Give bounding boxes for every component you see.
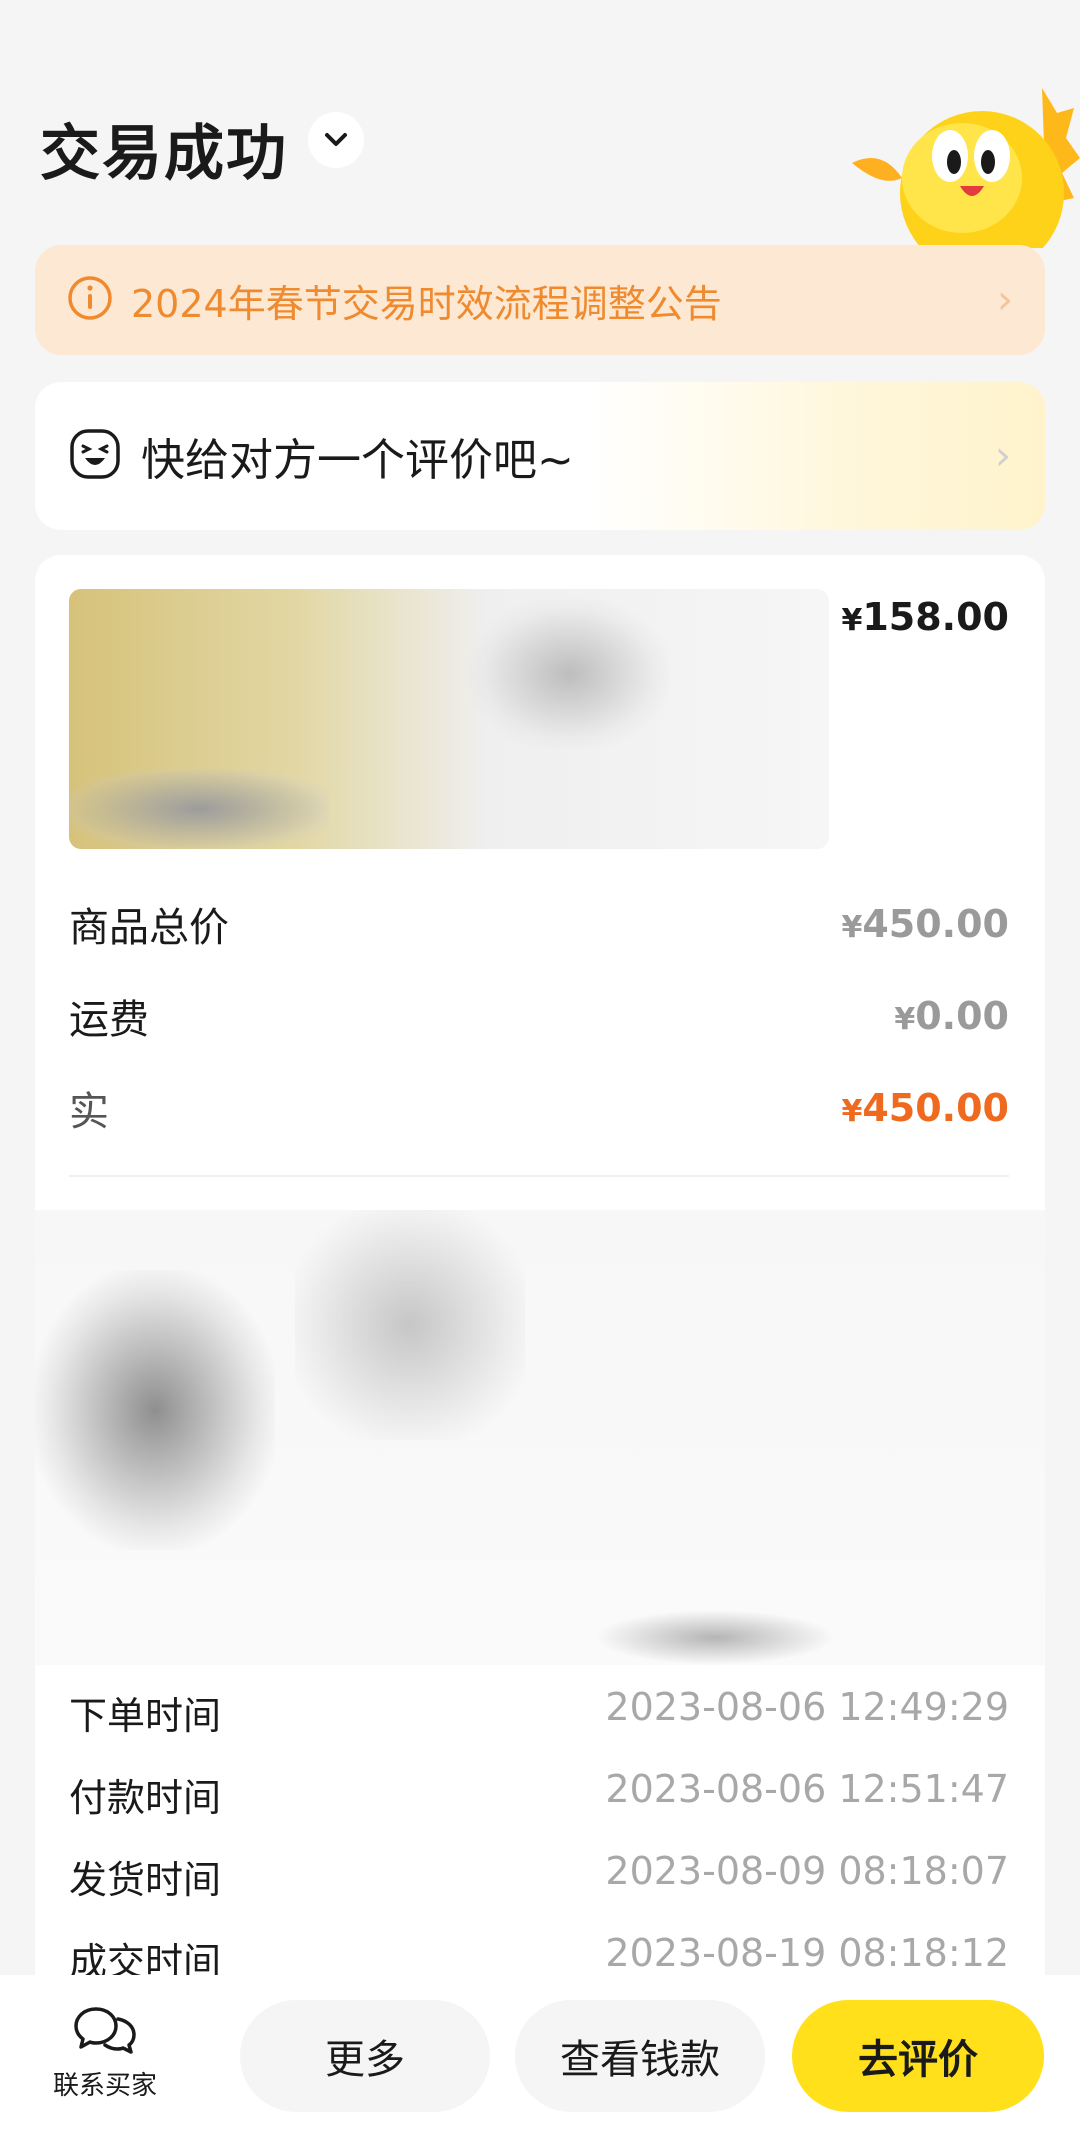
page-title: 交易成功 [40,119,288,189]
time-row-order: 下单时间 2023-08-06 12:49:29 [69,1685,1009,1740]
row-label: 商品总价 [69,905,229,951]
view-funds-button[interactable]: 查看钱款 [515,2000,765,2112]
time-label: 发货时间 [69,1858,222,1902]
time-row-payment: 付款时间 2023-08-06 12:51:47 [69,1767,1009,1822]
chevron-right-icon: › [995,433,1011,479]
time-label: 付款时间 [69,1776,222,1820]
row-label: 运费 [69,997,149,1043]
time-value: 2023-08-09 08:18:07 [605,1849,1009,1893]
contact-buyer-button[interactable]: 联系买家 [40,2005,170,2105]
chevron-right-icon: › [997,277,1013,323]
notice-text: 2024年春节交易时效流程调整公告 [131,281,722,326]
time-row-shipping: 发货时间 2023-08-09 08:18:07 [69,1849,1009,1904]
chat-bubble-icon [72,2005,138,2061]
review-prompt-text: 快给对方一个评价吧~ [141,435,574,486]
price-row-subtotal: 商品总价 ¥450.00 [69,895,1009,953]
header: 交易成功 [0,0,1080,275]
chevron-down-icon[interactable] [308,112,364,168]
contact-buyer-label: 联系买家 [52,2071,157,2101]
bottom-action-bar: 联系买家 更多 查看钱款 去评价 [0,1975,1080,2136]
row-label: 实 [69,1089,109,1135]
time-value: 2023-08-06 12:51:47 [605,1767,1009,1811]
more-button[interactable]: 更多 [240,2000,490,2112]
divider [69,1175,1009,1177]
item-price: ¥158.00 [841,595,1009,639]
price-row-shipping: 运费 ¥0.00 [69,987,1009,1045]
row-value: ¥450.00 [841,902,1009,946]
redacted-area [35,1210,1045,1665]
mascot-illustration [842,78,1080,275]
order-card: ¥158.00 商品总价 ¥450.00 运费 ¥0.00 实 ¥450.00 … [35,555,1045,2065]
notice-banner[interactable]: 2024年春节交易时效流程调整公告 › [35,245,1045,355]
go-review-button[interactable]: 去评价 [792,2000,1044,2112]
row-value: ¥450.00 [841,1086,1009,1130]
time-label: 下单时间 [69,1694,222,1738]
review-prompt-card[interactable]: 快给对方一个评价吧~ › [35,382,1045,530]
emoji-face-icon [69,428,121,484]
product-image[interactable] [69,589,829,849]
info-icon [67,275,113,325]
price-row-total: 实 ¥450.00 [69,1079,1009,1137]
time-value: 2023-08-06 12:49:29 [605,1685,1009,1729]
row-value: ¥0.00 [894,994,1009,1038]
